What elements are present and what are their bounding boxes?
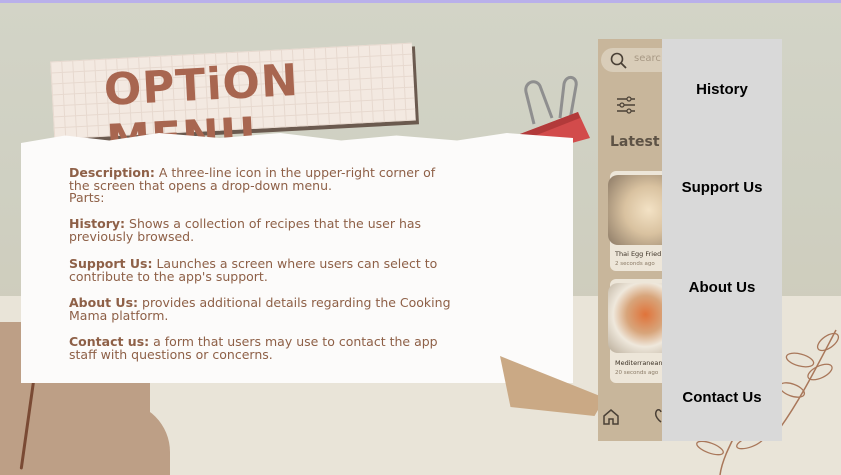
home-icon[interactable] bbox=[601, 407, 621, 427]
support-block: Support Us: Launches a screen where user… bbox=[69, 257, 499, 284]
about-block: About Us: provides additional details re… bbox=[69, 295, 499, 323]
recipe-time: 20 seconds ago bbox=[615, 370, 659, 376]
recipe-name: Mediterranean I bbox=[615, 359, 667, 367]
contact-block: Contact us: a form that users may use to… bbox=[69, 335, 499, 362]
search-placeholder: searc bbox=[634, 53, 661, 64]
filter-icon[interactable] bbox=[616, 96, 636, 114]
history-block: History: Shows a collection of recipes t… bbox=[69, 217, 499, 244]
about-line: Mama platform. bbox=[69, 307, 169, 323]
slide-canvas: OPTiON MENU Description: A three-line ic… bbox=[0, 0, 841, 475]
contact-line: staff with questions or concerns. bbox=[69, 346, 273, 362]
description-line: the screen that opens a drop-down menu. bbox=[69, 177, 332, 193]
top-border bbox=[0, 0, 841, 3]
menu-item-about-us[interactable]: About Us bbox=[662, 279, 782, 296]
menu-item-contact-us[interactable]: Contact Us bbox=[662, 389, 782, 406]
support-line: contribute to the app's support. bbox=[69, 268, 268, 284]
recipe-time: 2 seconds ago bbox=[615, 261, 655, 267]
menu-item-support-us[interactable]: Support Us bbox=[662, 179, 782, 196]
menu-item-history[interactable]: History bbox=[662, 81, 782, 98]
option-dropdown-menu: History Support Us About Us Contact Us bbox=[662, 39, 782, 441]
parts-label: Parts: bbox=[69, 190, 105, 206]
recipe-name: Thai Egg Fried R bbox=[615, 250, 668, 258]
about-line: provides additional details regarding th… bbox=[142, 295, 451, 310]
description-block: Description: A three-line icon in the up… bbox=[69, 166, 499, 206]
search-icon[interactable] bbox=[610, 52, 628, 70]
history-line: previously browsed. bbox=[69, 228, 195, 244]
